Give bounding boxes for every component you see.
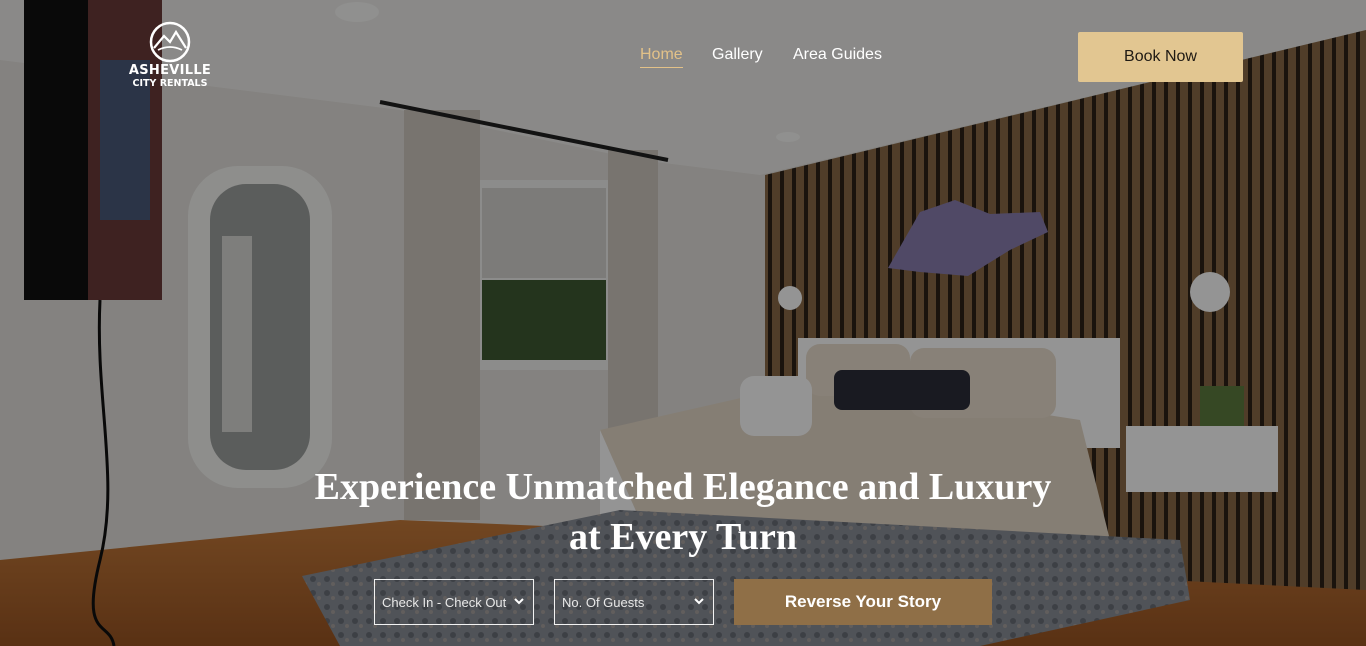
hero-headline: Experience Unmatched Elegance and Luxury…	[283, 462, 1083, 562]
date-range-value: Check In - Check Out	[382, 594, 507, 610]
reverse-your-story-button[interactable]: Reverse Your Story	[734, 579, 992, 625]
date-range-select[interactable]: Check In - Check Out	[374, 579, 534, 625]
book-now-button[interactable]: Book Now	[1078, 32, 1243, 82]
hero-headline-line-2: at Every Turn	[568, 516, 798, 558]
hero-section: ASHEVILLE CITY RENTALS Home Gallery Area…	[0, 0, 1366, 646]
nav-area-guides-link[interactable]: Area Guides	[793, 46, 882, 64]
hero-headline-line-1: Experience Unmatched Elegance and Luxury	[314, 466, 1052, 508]
nav-gallery-link[interactable]: Gallery	[712, 46, 763, 64]
chevron-down-icon	[694, 598, 704, 605]
chevron-down-icon	[514, 598, 524, 605]
guests-select[interactable]: No. Of Guests	[554, 579, 714, 625]
nav-home-link[interactable]: Home	[640, 46, 683, 68]
guests-value: No. Of Guests	[562, 594, 645, 610]
brand-tagline: CITY RENTALS	[132, 78, 208, 89]
